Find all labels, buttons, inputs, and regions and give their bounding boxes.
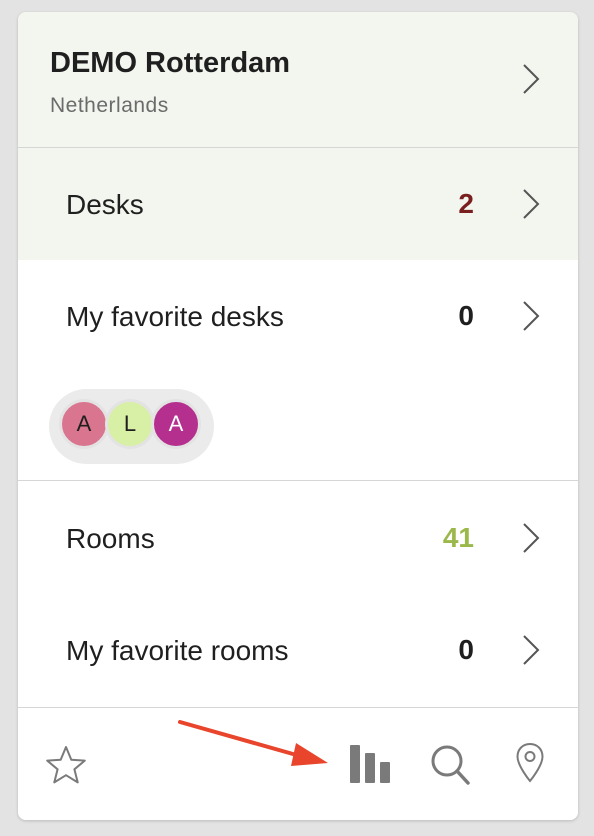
- avatar: A: [59, 399, 109, 449]
- desks-count: 2: [458, 188, 474, 219]
- location-country: Netherlands: [50, 94, 169, 117]
- search-icon[interactable]: [429, 743, 473, 789]
- location-card: DEMO Rotterdam Netherlands Desks 2 My fa…: [18, 12, 578, 820]
- chevron-right-icon: [523, 523, 540, 553]
- favorite-rooms-label: My favorite rooms: [66, 635, 289, 666]
- favorite-rooms-count: 0: [458, 634, 474, 665]
- avatar: A: [151, 399, 201, 449]
- rooms-count: 41: [442, 522, 474, 553]
- divider: [18, 480, 578, 481]
- chevron-right-icon: [523, 189, 540, 219]
- rooms-row[interactable]: Rooms 41: [18, 482, 578, 594]
- avatar: L: [105, 399, 155, 449]
- favorite-desks-label: My favorite desks: [66, 301, 284, 332]
- favorite-desks-row[interactable]: My favorite desks 0: [18, 260, 578, 372]
- location-name: DEMO Rotterdam: [50, 47, 291, 79]
- desks-row[interactable]: Desks 2: [18, 148, 578, 260]
- favorite-rooms-row[interactable]: My favorite rooms 0: [18, 594, 578, 706]
- map-pin-icon[interactable]: [515, 742, 545, 784]
- star-icon[interactable]: [44, 744, 88, 786]
- chevron-right-icon: [523, 635, 540, 665]
- favorite-desks-count: 0: [458, 300, 474, 331]
- desks-label: Desks: [66, 189, 144, 220]
- chevron-right-icon: [523, 64, 540, 94]
- chevron-right-icon: [523, 301, 540, 331]
- bar-chart-icon[interactable]: [348, 743, 392, 787]
- location-header[interactable]: DEMO Rotterdam Netherlands: [18, 12, 578, 148]
- rooms-label: Rooms: [66, 523, 155, 554]
- avatar-group[interactable]: A L A: [49, 389, 214, 464]
- bottom-nav: [18, 707, 578, 820]
